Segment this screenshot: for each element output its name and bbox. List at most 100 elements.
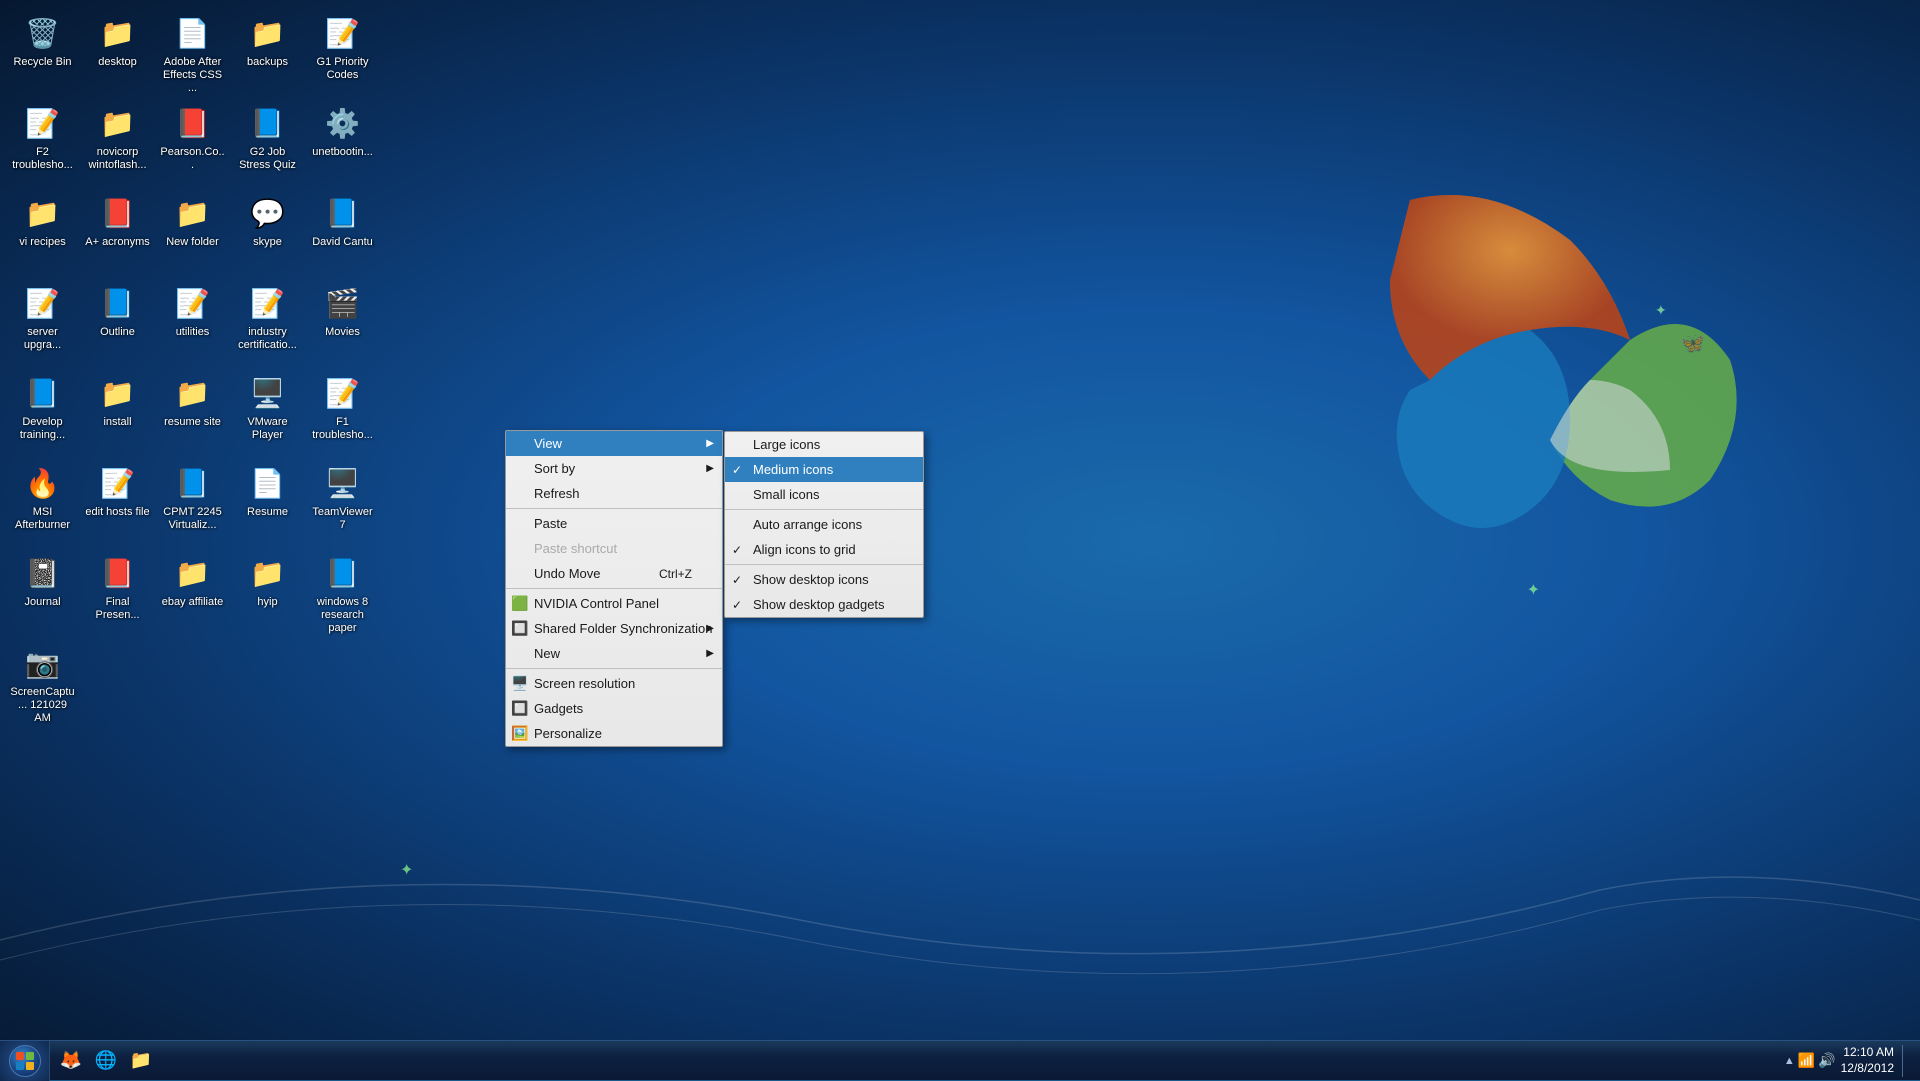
submenu-item-auto-arrange[interactable]: Auto arrange icons (725, 512, 923, 537)
submenu-label-auto-arrange: Auto arrange icons (753, 517, 862, 532)
menu-label-undo-move: Undo Move (534, 566, 600, 581)
desktop-icon-cpmt-virtualize[interactable]: 📘 CPMT 2245 Virtualiz... (155, 455, 230, 545)
desktop-icon-resume[interactable]: 📄 Resume (230, 455, 305, 545)
desktop-icon-vmware-player[interactable]: 🖥️ VMware Player (230, 365, 305, 455)
start-orb[interactable] (9, 1045, 41, 1077)
desktop-icon-new-folder[interactable]: 📁 New folder (155, 185, 230, 275)
desktop-icon-a-plus-acronyms[interactable]: 📕 A+ acronyms (80, 185, 155, 275)
menu-item-sort-by[interactable]: Sort by (506, 456, 722, 481)
desktop-icon-hyip[interactable]: 📁 hyip (230, 545, 305, 635)
icon-label-final-presentation: Final Presen... (84, 596, 151, 622)
desktop-icon-recycle-bin[interactable]: 🗑️ Recycle Bin (5, 5, 80, 95)
desktop-icon-f2-troubleshoot[interactable]: 📝 F2 troublesho... (5, 95, 80, 185)
menu-item-gadgets[interactable]: 🔲 Gadgets (506, 696, 722, 721)
tray-volume[interactable]: 🔊 (1818, 1052, 1835, 1069)
menu-item-icon-personalize: 🖼️ (511, 725, 529, 743)
icon-image-new-folder: 📁 (173, 193, 213, 233)
show-desktop-button[interactable] (1902, 1045, 1910, 1077)
icon-label-edit-hosts: edit hosts file (85, 506, 149, 519)
desktop-icon-industry-cert[interactable]: 📝 industry certificatio... (230, 275, 305, 365)
desktop-icon-server-upgrade[interactable]: 📝 server upgra... (5, 275, 80, 365)
check-align-grid: ✓ (732, 543, 742, 557)
desktop-icon-final-presentation[interactable]: 📕 Final Presen... (80, 545, 155, 635)
menu-item-new[interactable]: New (506, 641, 722, 666)
desktop-icon-skype[interactable]: 💬 skype (230, 185, 305, 275)
desktop-icon-outline[interactable]: 📘 Outline (80, 275, 155, 365)
menu-item-paste[interactable]: Paste (506, 511, 722, 536)
taskbar-explorer[interactable]: 📁 (125, 1045, 157, 1077)
tray-arrow[interactable]: ▲ (1784, 1055, 1795, 1067)
desktop-icon-utilities[interactable]: 📝 utilities (155, 275, 230, 365)
desktop-icon-adobe-after-effects[interactable]: 📄 Adobe After Effects CSS ... (155, 5, 230, 95)
icon-label-g1-priority-codes: G1 Priority Codes (309, 56, 376, 82)
icon-image-desktop: 📁 (98, 13, 138, 53)
submenu-item-show-desktop-gadgets[interactable]: ✓Show desktop gadgets (725, 592, 923, 617)
taskbar-firefox[interactable]: 🦊 (55, 1045, 87, 1077)
menu-item-nvidia-control[interactable]: 🟩NVIDIA Control Panel (506, 591, 722, 616)
desktop-icon-install[interactable]: 📁 install (80, 365, 155, 455)
desktop-icon-g1-priority-codes[interactable]: 📝 G1 Priority Codes (305, 5, 380, 95)
submenu-divider-3 (725, 509, 923, 510)
icon-image-ebay-affiliate: 📁 (173, 553, 213, 593)
desktop-icon-journal[interactable]: 📓 Journal (5, 545, 80, 635)
desktop-icon-f1-troubleshoot[interactable]: 📝 F1 troublesho... (305, 365, 380, 455)
icon-label-hyip: hyip (257, 596, 277, 609)
icon-image-server-upgrade: 📝 (23, 283, 63, 323)
sparkle-decoration-2: ✦ (400, 860, 413, 880)
desktop-icon-ebay-affiliate[interactable]: 📁 ebay affiliate (155, 545, 230, 635)
icon-image-final-presentation: 📕 (98, 553, 138, 593)
system-tray: ▲ 📶 🔊 (1784, 1052, 1836, 1069)
taskbar-ie[interactable]: 🌐 (90, 1045, 122, 1077)
tray-network[interactable]: 📶 (1798, 1052, 1815, 1069)
menu-label-gadgets: Gadgets (534, 701, 583, 716)
system-clock[interactable]: 12:10 AM 12/8/2012 (1841, 1045, 1894, 1076)
desktop-icon-movies[interactable]: 🎬 Movies (305, 275, 380, 365)
desktop-icon-backups[interactable]: 📁 backups (230, 5, 305, 95)
icon-label-vmware-player: VMware Player (234, 416, 301, 442)
menu-item-shared-folder[interactable]: 🔲Shared Folder Synchronization (506, 616, 722, 641)
desktop-icon-msi-afterburner[interactable]: 🔥 MSI Afterburner (5, 455, 80, 545)
desktop-icon-teamviewer[interactable]: 🖥️ TeamViewer 7 (305, 455, 380, 545)
desktop-icon-vi-recipes[interactable]: 📁 vi recipes (5, 185, 80, 275)
icon-label-install: install (103, 416, 131, 429)
clock-date: 12/8/2012 (1841, 1061, 1894, 1077)
start-button[interactable] (0, 1041, 50, 1081)
desktop-icon-screencapture[interactable]: 📷 ScreenCaptu... 121029 AM (5, 635, 80, 725)
menu-divider-11 (506, 668, 722, 669)
desktop-icon-resume-site[interactable]: 📁 resume site (155, 365, 230, 455)
desktop-icon-pearson[interactable]: 📕 Pearson.Co... (155, 95, 230, 185)
submenu-item-large-icons[interactable]: Large icons (725, 432, 923, 457)
submenu-label-small-icons: Small icons (753, 487, 819, 502)
desktop-icon-unetbootin[interactable]: ⚙️ unetbootin... (305, 95, 380, 185)
check-show-desktop-icons: ✓ (732, 573, 742, 587)
desktop-icon-david-cantu[interactable]: 📘 David Cantu (305, 185, 380, 275)
icon-label-f1-troubleshoot: F1 troublesho... (309, 416, 376, 442)
icon-label-pearson: Pearson.Co... (159, 146, 226, 172)
submenu-item-small-icons[interactable]: Small icons (725, 482, 923, 507)
icon-image-a-plus-acronyms: 📕 (98, 193, 138, 233)
desktop-icon-g2-job-stress[interactable]: 📘 G2 Job Stress Quiz (230, 95, 305, 185)
menu-item-icon-nvidia-control: 🟩 (511, 595, 529, 613)
menu-item-undo-move[interactable]: Undo Move Ctrl+Z (506, 561, 722, 586)
desktop-icon-desktop[interactable]: 📁 desktop (80, 5, 155, 95)
taskbar: 🦊 🌐 📁 ▲ 📶 🔊 12:10 AM 12/8/2012 (0, 1040, 1920, 1080)
menu-item-view[interactable]: ViewLarge icons✓Medium iconsSmall iconsA… (506, 431, 722, 456)
icon-image-journal: 📓 (23, 553, 63, 593)
submenu-item-medium-icons[interactable]: ✓Medium icons (725, 457, 923, 482)
desktop-icon-windows8-research[interactable]: 📘 windows 8 research paper (305, 545, 380, 635)
icon-image-industry-cert: 📝 (248, 283, 288, 323)
icon-label-resume: Resume (247, 506, 288, 519)
desktop-icon-develop-training[interactable]: 📘 Develop training... (5, 365, 80, 455)
menu-item-refresh[interactable]: Refresh (506, 481, 722, 506)
menu-shortcut-undo-move: Ctrl+Z (659, 567, 712, 581)
menu-item-personalize[interactable]: 🖼️Personalize (506, 721, 722, 746)
menu-item-screen-resolution[interactable]: 🖥️Screen resolution (506, 671, 722, 696)
submenu-item-show-desktop-icons[interactable]: ✓Show desktop icons (725, 567, 923, 592)
submenu-item-align-grid[interactable]: ✓Align icons to grid (725, 537, 923, 562)
submenu-view: Large icons✓Medium icons Small icons Auto … (724, 431, 924, 618)
icon-label-skype: skype (253, 236, 282, 249)
desktop-icon-edit-hosts[interactable]: 📝 edit hosts file (80, 455, 155, 545)
icon-label-outline: Outline (100, 326, 135, 339)
desktop-icon-novicorp[interactable]: 📁 novicorp wintoflash... (80, 95, 155, 185)
menu-item-icon-gadgets: 🔲 (511, 700, 529, 718)
